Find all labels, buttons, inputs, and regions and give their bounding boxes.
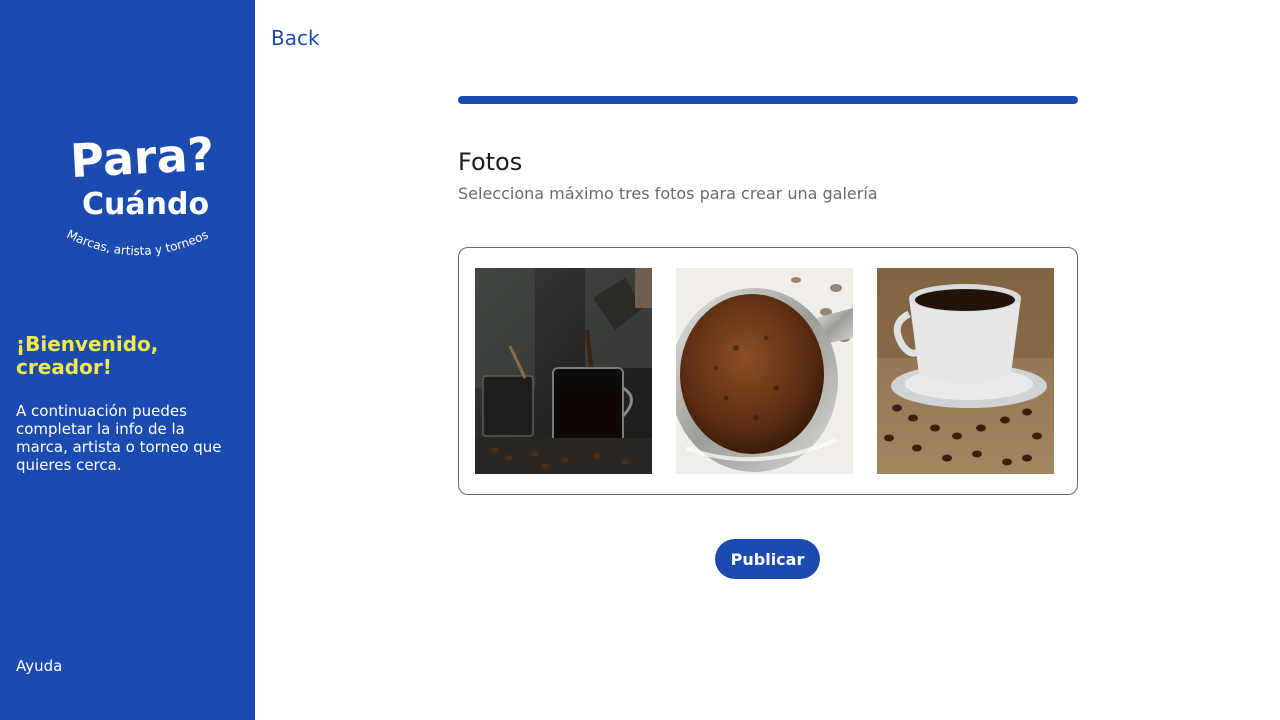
publish-button[interactable]: Publicar	[715, 539, 820, 579]
coffee-pour-photo[interactable]	[475, 268, 652, 474]
welcome-text: A continuación puedes completar la info …	[16, 402, 222, 474]
para-cuando-logo: Para? Cuándo Marcas, artista y torneos	[60, 114, 220, 264]
section-title: Fotos	[458, 148, 523, 176]
progress-bar	[458, 96, 1078, 104]
section-subtitle: Selecciona máximo tres fotos para crear …	[458, 184, 878, 203]
back-link[interactable]: Back	[271, 26, 320, 50]
svg-text:Marcas, artista y torneos: Marcas, artista y torneos	[65, 227, 211, 258]
sidebar: Para? Cuándo Marcas, artista y torneos ¡…	[0, 0, 255, 720]
coffee-cup-photo[interactable]	[877, 268, 1054, 474]
svg-text:Para?: Para?	[69, 127, 216, 188]
welcome-title: ¡Bienvenido, creador!	[16, 332, 159, 379]
progress-bar-fill	[458, 96, 1078, 104]
svg-text:Cuándo: Cuándo	[82, 187, 209, 222]
ground-coffee-photo[interactable]	[676, 268, 853, 474]
photo-gallery	[458, 247, 1078, 495]
help-link[interactable]: Ayuda	[16, 657, 62, 675]
